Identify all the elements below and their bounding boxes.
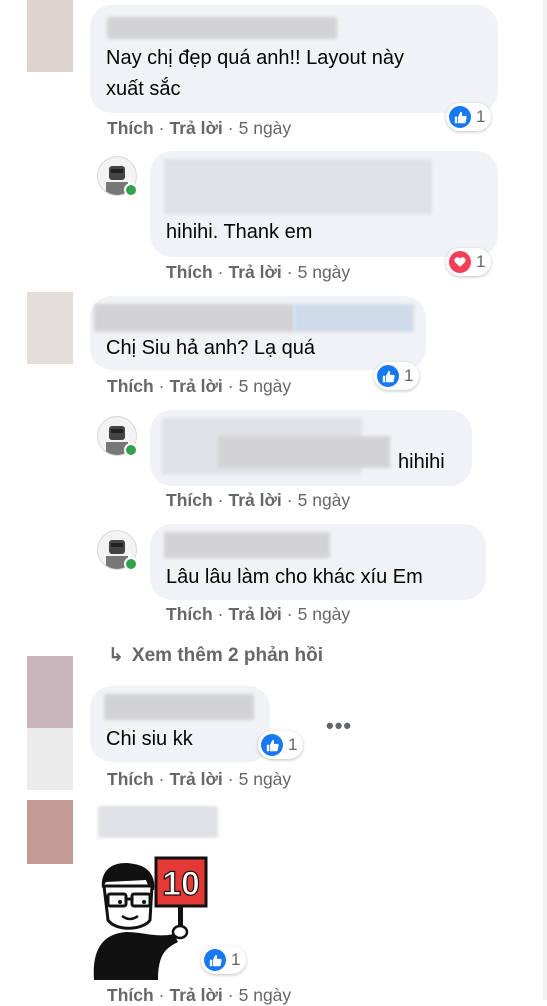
comment-bubble: Chi siu kk [90,686,270,762]
like-icon [449,106,471,128]
redacted-name [94,304,294,332]
comment-actions: Thích · Trả lời · 5 ngày [166,604,351,624]
comment-text: hihihi [398,451,445,473]
like-icon [261,734,283,756]
redacted-name [98,806,218,838]
heart-icon [449,251,471,273]
comment-bubble: hihihi [150,410,472,486]
reply-link[interactable]: Trả lời [229,262,282,282]
sticker[interactable]: 10 [86,850,212,980]
like-link[interactable]: Thích [166,262,213,282]
like-link[interactable]: Thích [107,769,154,789]
view-more-replies-link[interactable]: ↳ Xem thêm 2 phản hồi [108,644,323,667]
comment-text: Chi siu kk [106,728,193,750]
more-options-button[interactable]: ••• [326,713,352,739]
commenter-avatar[interactable] [27,800,73,864]
reaction-count[interactable]: 1 [258,731,304,759]
reaction-count[interactable]: 1 [446,248,492,276]
timestamp[interactable]: 5 ngày [298,262,351,282]
reply-link[interactable]: Trả lời [229,490,282,510]
page-edge [543,0,547,1000]
like-icon [377,365,399,387]
reply-link[interactable]: Trả lời [229,604,282,624]
redacted-name [164,532,330,558]
reaction-count[interactable]: 1 [374,362,420,390]
redacted-name [294,304,414,332]
redacted-name [218,436,390,468]
reply-link[interactable]: Trả lời [170,118,223,138]
reply-arrow-icon: ↳ [108,645,124,666]
like-link[interactable]: Thích [107,376,154,396]
redacted-name [107,17,337,39]
comment-actions: Thích · Trả lời · 5 ngày [166,262,351,282]
reaction-count[interactable]: 1 [446,103,492,131]
comment-text: hihihi. Thank em [166,221,313,243]
online-status-dot [124,183,138,197]
redacted-name [104,694,254,720]
online-status-dot [124,443,138,457]
like-icon [204,949,226,971]
timestamp[interactable]: 5 ngày [298,604,351,624]
comment-actions: Thích · Trả lời · 5 ngày [166,490,351,510]
comment-bubble: hihihi. Thank em [150,151,498,257]
timestamp[interactable]: 5 ngày [298,490,351,510]
redacted-name [164,159,432,214]
comment-actions: Thích · Trả lời · 5 ngày [107,376,292,396]
comment-bubble: Lâu lâu làm cho khác xíu Em [150,524,486,600]
comment-actions: Thích · Trả lời · 5 ngày [107,118,292,138]
timestamp[interactable]: 5 ngày [239,985,292,1005]
comment-bubble: Chị Siu hả anh? Lạ quá [90,296,426,370]
timestamp[interactable]: 5 ngày [239,376,292,396]
reply-link[interactable]: Trả lời [170,985,223,1005]
commenter-avatar[interactable] [27,656,73,728]
online-status-dot [124,557,138,571]
comment-text: Nay chị đẹp quá anh!! Layout này [106,47,404,69]
commenter-avatar[interactable] [27,0,73,72]
comment-actions: Thích · Trả lời · 5 ngày [107,985,292,1005]
sticker-score: 10 [162,865,200,903]
comment-text: Lâu lâu làm cho khác xíu Em [166,566,423,588]
comment-text: xuất sắc [106,78,181,100]
timestamp[interactable]: 5 ngày [239,118,292,138]
like-link[interactable]: Thích [107,118,154,138]
reaction-count[interactable]: 1 [201,946,247,974]
like-link[interactable]: Thích [166,490,213,510]
reply-link[interactable]: Trả lời [170,376,223,396]
like-link[interactable]: Thích [107,985,154,1005]
commenter-avatar[interactable] [27,292,73,364]
comment-text: Chị Siu hả anh? Lạ quá [106,337,316,359]
like-link[interactable]: Thích [166,604,213,624]
timestamp[interactable]: 5 ngày [239,769,292,789]
comment-bubble: Nay chị đẹp quá anh!! Layout này xuất sắ… [90,5,498,113]
comment-actions: Thích · Trả lời · 5 ngày [107,769,292,789]
reply-link[interactable]: Trả lời [170,769,223,789]
avatar-bg [27,728,73,790]
